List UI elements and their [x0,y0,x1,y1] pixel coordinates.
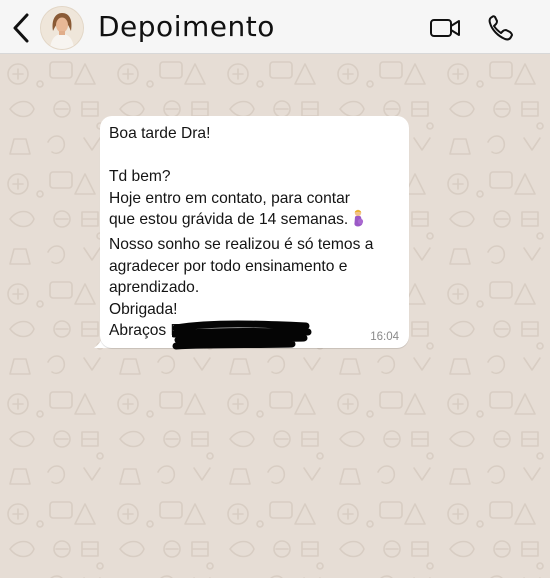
message-line: Obrigada! [109,300,178,318]
message-line: aprendizado. [109,279,200,297]
message-line: Td bem? [109,168,171,186]
avatar-image [41,7,83,49]
video-call-button[interactable] [428,12,462,44]
message-line: Nosso sonho se realizou é só temos a [109,235,374,253]
message-text: Boa tarde Dra! Td bem? Hoje entro em con… [109,123,405,342]
message-line: Hoje entro em contato, para contar [109,189,350,207]
back-button[interactable] [10,12,34,44]
message-line: agradecer por todo ensinamento e [109,257,348,275]
message-bubble[interactable]: Boa tarde Dra! Td bem? Hoje entro em con… [100,116,409,348]
message-timestamp: 16:04 [370,331,399,343]
phone-icon [488,15,513,41]
message-line: Boa tarde Dra! [109,125,211,142]
contact-name[interactable]: Depoimento [98,10,275,43]
redaction-scribble [172,320,312,350]
message-line: que estou grávida de 14 semanas. [109,209,405,234]
chevron-left-icon [13,13,29,43]
message-line-text: que estou grávida de 14 semanas. [109,211,349,229]
avatar[interactable] [41,7,83,49]
pregnant-woman-emoji [350,209,366,234]
chat-header: Depoimento [0,0,550,54]
video-camera-icon [430,19,460,37]
voice-call-button[interactable] [484,12,518,44]
